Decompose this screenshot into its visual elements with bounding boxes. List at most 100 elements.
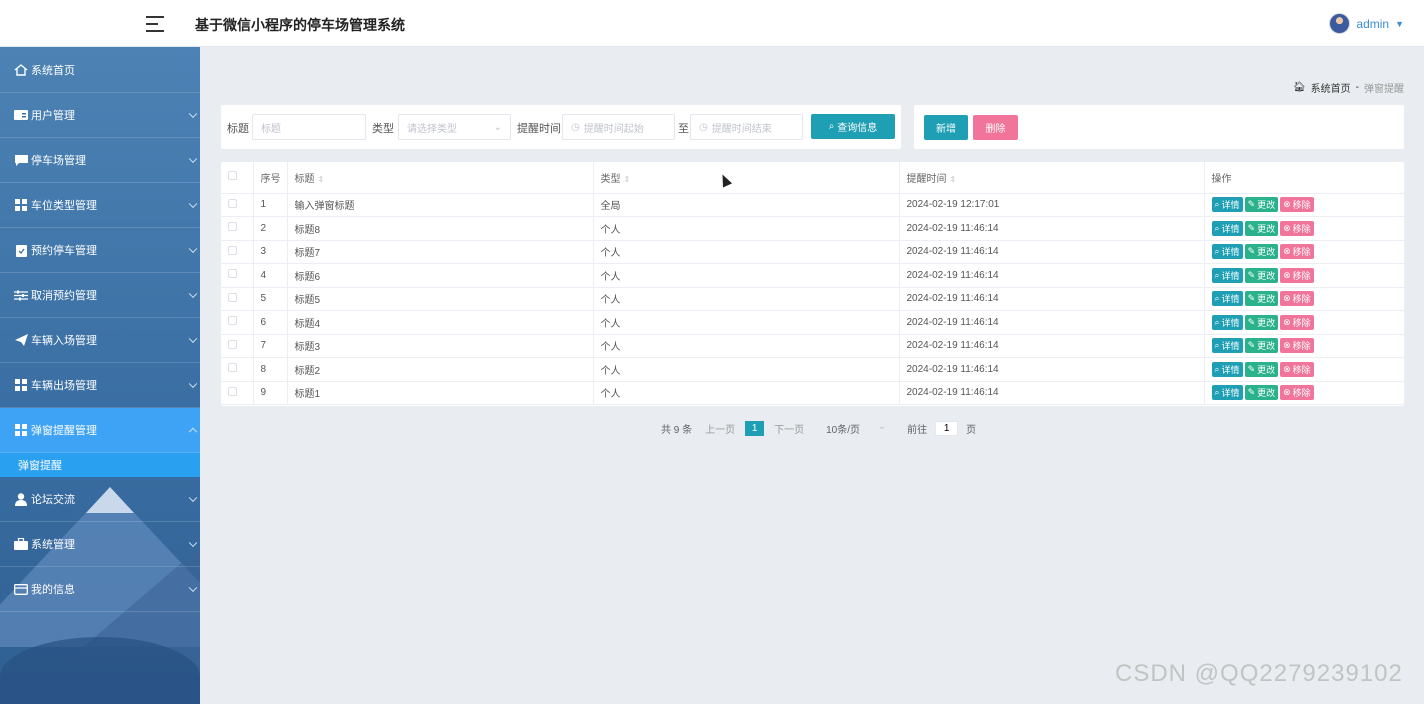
close-circle-icon: ⊗: [1283, 363, 1291, 374]
cell-type: 个人: [593, 240, 900, 264]
add-button[interactable]: 新增: [924, 115, 968, 140]
remove-button[interactable]: ⊗ 移除: [1280, 220, 1314, 236]
detail-button[interactable]: ⌕ 详情: [1211, 197, 1243, 213]
table-row: 8 标题2 个人 2024-02-19 11:46:14 ⌕ 详情 ✎ 更改 ⊗ 移除: [221, 357, 1405, 382]
sidebar-item-reservation[interactable]: 预约停车管理: [0, 228, 200, 273]
sidebar-item-popup-reminder[interactable]: 弹窗提醒管理: [0, 408, 200, 453]
row-checkbox[interactable]: [221, 287, 254, 311]
row-checkbox[interactable]: [221, 334, 254, 358]
sidebar-item-my-info[interactable]: 我的信息: [0, 567, 200, 612]
detail-button[interactable]: ⌕ 详情: [1211, 267, 1243, 283]
delete-button[interactable]: 删除: [973, 115, 1018, 140]
sidebar-item-system[interactable]: 系统管理: [0, 522, 200, 567]
time-label: 提醒时间: [517, 123, 561, 135]
sidebar-item-parking-lot[interactable]: 停车场管理: [0, 138, 200, 183]
sidebar-item-vehicle-exit[interactable]: 车辆出场管理: [0, 363, 200, 408]
detail-button[interactable]: ⌕ 详情: [1211, 244, 1243, 260]
pencil-icon: ✎: [1247, 387, 1256, 398]
chat-icon: [14, 154, 28, 166]
cell-index: 8: [253, 357, 288, 382]
time-end-input[interactable]: ◷ 提醒时间结束: [690, 114, 803, 140]
edit-button[interactable]: ✎ 更改: [1244, 338, 1279, 354]
cell-time: 2024-02-19 11:46:14: [899, 287, 1205, 311]
edit-button[interactable]: ✎ 更改: [1244, 197, 1279, 213]
remove-button[interactable]: ⊗ 移除: [1280, 314, 1314, 330]
type-label: 类型: [372, 123, 394, 135]
goto-page-input[interactable]: [935, 420, 959, 436]
detail-button[interactable]: ⌕ 详情: [1211, 314, 1243, 330]
remove-button[interactable]: ⊗ 移除: [1280, 197, 1314, 213]
row-checkbox[interactable]: [221, 240, 254, 264]
edit-button[interactable]: ✎ 更改: [1244, 361, 1279, 377]
total-count: 共 9 条: [661, 424, 693, 436]
time-start-input[interactable]: ◷ 提醒时间起始: [562, 114, 675, 140]
cell-time: 2024-02-19 11:46:14: [899, 357, 1205, 382]
edit-button[interactable]: ✎ 更改: [1244, 244, 1279, 260]
sidebar-subitem-popup-reminder[interactable]: 弹窗提醒: [0, 453, 200, 477]
remove-button[interactable]: ⊗ 移除: [1280, 361, 1314, 377]
sidebar-item-user-management[interactable]: 用户管理: [0, 93, 200, 138]
pencil-icon: ✎: [1247, 199, 1256, 210]
table-row: 7 标题3 个人 2024-02-19 11:46:14 ⌕ 详情 ✎ 更改 ⊗ 移除: [221, 334, 1405, 358]
row-checkbox[interactable]: [221, 263, 254, 288]
edit-button[interactable]: ✎ 更改: [1244, 267, 1279, 283]
close-circle-icon: ⊗: [1283, 222, 1291, 233]
cell-title: 标题7: [287, 240, 594, 264]
remove-button[interactable]: ⊗ 移除: [1280, 338, 1314, 354]
cell-time: 2024-02-19 11:46:14: [899, 310, 1205, 335]
page-size-select[interactable]: 10条/页 ⌄: [826, 421, 886, 436]
pencil-icon: ✎: [1247, 293, 1256, 304]
detail-button[interactable]: ⌕ 详情: [1211, 291, 1243, 307]
row-checkbox[interactable]: [221, 310, 254, 335]
sidebar-item-home[interactable]: 系统首页: [0, 47, 200, 93]
menu-toggle-icon[interactable]: [146, 16, 164, 32]
col-time[interactable]: 提醒时间 ⇕: [899, 162, 1205, 194]
detail-button[interactable]: ⌕ 详情: [1211, 220, 1243, 236]
edit-button[interactable]: ✎ 更改: [1244, 385, 1279, 401]
row-checkbox[interactable]: [221, 357, 254, 382]
detail-button[interactable]: ⌕ 详情: [1211, 361, 1243, 377]
row-checkbox[interactable]: [221, 193, 254, 217]
next-page-button[interactable]: 下一页: [774, 421, 804, 436]
user-menu[interactable]: admin ▼: [1329, 13, 1404, 34]
edit-button[interactable]: ✎ 更改: [1244, 291, 1279, 307]
search-button[interactable]: ⌕ 查询信息: [811, 114, 895, 139]
cell-index: 1: [253, 193, 288, 217]
remove-button[interactable]: ⊗ 移除: [1280, 244, 1314, 260]
remove-button[interactable]: ⊗ 移除: [1280, 291, 1314, 307]
pencil-icon: ✎: [1247, 363, 1256, 374]
type-select[interactable]: 请选择类型 ⌄: [398, 114, 511, 140]
table-row: 9 标题1 个人 2024-02-19 11:46:14 ⌕ 详情 ✎ 更改 ⊗ 移除: [221, 381, 1405, 405]
prev-page-button[interactable]: 上一页: [705, 421, 735, 436]
close-circle-icon: ⊗: [1283, 246, 1291, 257]
col-type[interactable]: 类型 ⇕: [593, 162, 900, 194]
briefcase-icon: [14, 538, 28, 550]
sidebar-item-forum[interactable]: 论坛交流: [0, 477, 200, 522]
col-title[interactable]: 标题 ⇕: [287, 162, 594, 194]
remove-button[interactable]: ⊗ 移除: [1280, 385, 1314, 401]
remove-button[interactable]: ⊗ 移除: [1280, 267, 1314, 283]
cell-type: 个人: [593, 310, 900, 335]
cell-ops: ⌕ 详情 ✎ 更改 ⊗ 移除: [1204, 287, 1405, 311]
sidebar-item-cancel-reservation[interactable]: 取消预约管理: [0, 273, 200, 318]
detail-button[interactable]: ⌕ 详情: [1211, 385, 1243, 401]
sidebar-item-vehicle-entry[interactable]: 车辆入场管理: [0, 318, 200, 363]
pencil-icon: ✎: [1247, 246, 1256, 257]
cell-title: 标题2: [287, 357, 594, 382]
cell-type: 个人: [593, 334, 900, 358]
pencil-icon: ✎: [1247, 222, 1256, 233]
row-checkbox[interactable]: [221, 216, 254, 241]
row-checkbox[interactable]: [221, 381, 254, 405]
breadcrumb-home[interactable]: 系统首页: [1311, 80, 1351, 95]
edit-button[interactable]: ✎ 更改: [1244, 220, 1279, 236]
card-icon: [14, 583, 28, 595]
sidebar-item-space-type[interactable]: 车位类型管理: [0, 183, 200, 228]
pencil-icon: ✎: [1247, 316, 1256, 327]
title-input[interactable]: 标题: [252, 114, 366, 140]
edit-button[interactable]: ✎ 更改: [1244, 314, 1279, 330]
page-number-current[interactable]: 1: [745, 420, 765, 436]
sidebar-item-label: 系统管理: [31, 539, 75, 551]
detail-button[interactable]: ⌕ 详情: [1211, 338, 1243, 354]
select-all-checkbox[interactable]: [221, 162, 254, 194]
data-table: 序号 标题 ⇕ 类型 ⇕ 提醒时间 ⇕ 操作 1 输入弹窗标题 全局 2024-02-19 …: [221, 162, 1405, 405]
